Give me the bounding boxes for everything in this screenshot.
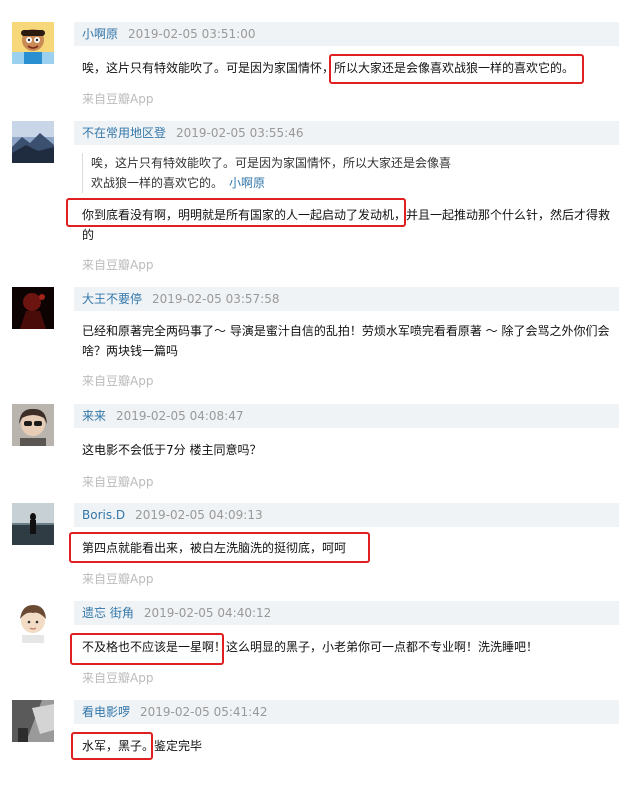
comment-source: 来自豆瓣App: [82, 92, 154, 106]
comment-text: 这电影不会低于7分 楼主同意吗？: [82, 443, 262, 457]
username-link[interactable]: 看电影啰: [82, 705, 130, 719]
comment-text-line: 已经和原著完全两码事了～ 导演是蜜汁自信的乱拍！劳烦水军喷完看看原著 ～ 除了会…: [82, 324, 610, 338]
comment-source: 来自豆瓣App: [82, 572, 154, 586]
comment-header: 不在常用地区登 2019-02-05 03:55:46: [74, 121, 619, 145]
quote-line: 唉，这片只有特效能吹了。可是因为家国情怀，所以大家还是会像喜: [91, 156, 452, 170]
cartoon-boy-avatar-icon: [12, 22, 54, 64]
username-link[interactable]: 遗忘 街角: [82, 606, 134, 620]
boy-portrait-avatar-icon: [12, 601, 54, 643]
timestamp: 2019-02-05 05:41:42: [140, 705, 268, 719]
timestamp: 2019-02-05 03:51:00: [128, 27, 256, 41]
timestamp: 2019-02-05 04:40:12: [143, 606, 272, 620]
avatar[interactable]: [12, 287, 54, 329]
avatar[interactable]: [12, 121, 54, 163]
avatar[interactable]: [12, 601, 54, 643]
comment-source: 来自豆瓣App: [82, 671, 154, 685]
quote-line: 欢战狼一样的喜欢它的。: [91, 176, 224, 190]
dark-red-figure-avatar-icon: [12, 287, 54, 329]
username-link[interactable]: 大王不要停: [82, 292, 142, 306]
comment-text: 你到底看没有啊，明明就是所有国家的人一起启动了发动机，并且一起推动那个什么针，然…: [82, 205, 617, 245]
comment-header: 遗忘 街角 2019-02-05 04:40:12: [74, 601, 619, 625]
comment-text: 第四点就能看出来，被白左洗脑洗的挺彻底，呵呵: [82, 541, 347, 555]
avatar[interactable]: [12, 404, 54, 446]
username-link[interactable]: 来来: [82, 409, 106, 423]
comment-source: 来自豆瓣App: [82, 475, 154, 489]
comment-text-line: 的: [82, 228, 95, 242]
comment-text-line: 你到底看没有啊，明明就是所有国家的人一起启动了发动机，并且一起推动那个什么针，然…: [82, 208, 611, 222]
timestamp: 2019-02-05 04:09:13: [135, 508, 263, 522]
avatar[interactable]: [12, 503, 54, 545]
comment-source: 来自豆瓣App: [82, 258, 154, 272]
avatar[interactable]: [12, 22, 54, 64]
comment-header: 大王不要停 2019-02-05 03:57:58: [74, 287, 619, 311]
avatar[interactable]: [12, 700, 54, 742]
comment-source: 来自豆瓣App: [82, 374, 154, 388]
silhouette-sea-avatar-icon: [12, 503, 54, 545]
comment-text: 已经和原著完全两码事了～ 导演是蜜汁自信的乱拍！劳烦水军喷完看看原著 ～ 除了会…: [82, 321, 617, 361]
timestamp: 2019-02-05 03:55:46: [176, 126, 304, 140]
comment-header: Boris.D 2019-02-05 04:09:13: [74, 503, 619, 527]
username-link[interactable]: Boris.D: [82, 508, 125, 522]
comment-text: 不及格也不应该是一星啊！这么明显的黑子，小老弟你可一点都不专业啊！洗洗睡吧！: [82, 640, 539, 654]
comment-text-line: 啥？两块钱一篇吗: [82, 344, 179, 358]
username-link[interactable]: 小啊原: [82, 27, 118, 41]
quote-author-link[interactable]: 小啊原: [229, 176, 265, 190]
grayscale-photo-avatar-icon: [12, 700, 54, 742]
comment-header: 来来 2019-02-05 04:08:47: [74, 404, 619, 428]
comment-text: 唉，这片只有特效能吹了。可是因为家国情怀，所以大家还是会像喜欢战狼一样的喜欢它的…: [82, 61, 575, 75]
mountain-landscape-avatar-icon: [12, 121, 54, 163]
quoted-comment: 唉，这片只有特效能吹了。可是因为家国情怀，所以大家还是会像喜 欢战狼一样的喜欢它…: [82, 153, 605, 193]
girl-sunglasses-avatar-icon: [12, 404, 54, 446]
comment-header: 看电影啰 2019-02-05 05:41:42: [74, 700, 619, 724]
username-link[interactable]: 不在常用地区登: [82, 126, 166, 140]
comment-text: 水军，黑子。鉴定完毕: [82, 739, 203, 753]
comment-header: 小啊原 2019-02-05 03:51:00: [74, 22, 619, 46]
timestamp: 2019-02-05 03:57:58: [152, 292, 280, 306]
timestamp: 2019-02-05 04:08:47: [116, 409, 244, 423]
